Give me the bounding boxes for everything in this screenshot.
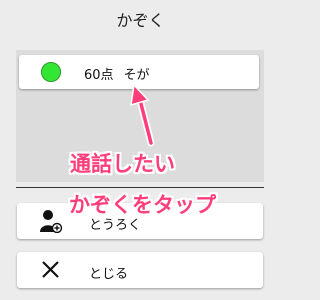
member-score: 60点 (84, 68, 114, 83)
member-name: そが (123, 68, 150, 83)
divider (16, 187, 264, 188)
page-title: かぞく (116, 11, 165, 30)
close-icon (39, 258, 63, 282)
annotation-line-1: 通話したい (70, 152, 175, 176)
family-member-item[interactable]: 60点 そが (19, 55, 259, 89)
annotation-line-2: かぞくをタップ (69, 193, 216, 217)
close-button-label: とじる (89, 267, 129, 282)
add-person-icon (39, 209, 63, 234)
close-button[interactable]: とじる (17, 252, 263, 288)
online-status-icon (41, 62, 61, 82)
